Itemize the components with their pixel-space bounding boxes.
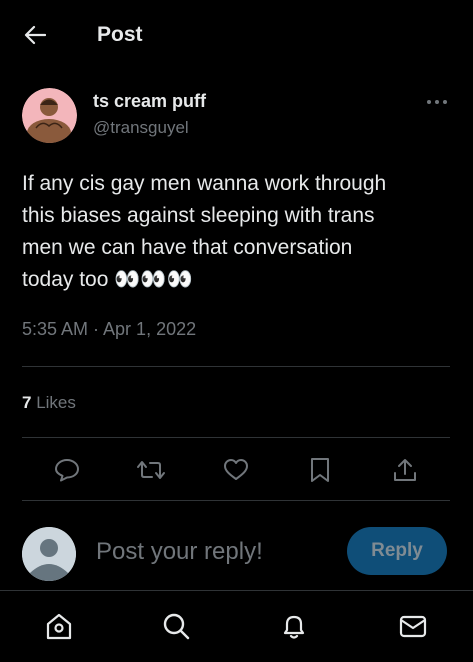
nav-notifications[interactable] [277, 609, 311, 643]
bookmark-action-button[interactable] [305, 456, 335, 484]
messages-icon [399, 615, 427, 638]
nav-home[interactable] [42, 609, 76, 643]
notifications-icon [283, 615, 305, 639]
post-text: If any cis gay men wanna work through th… [22, 168, 447, 296]
divider [22, 500, 450, 501]
post-text-line: men we can have that conversation [22, 236, 353, 259]
home-icon [46, 613, 72, 640]
likes-stat[interactable]: 7 Likes [22, 393, 76, 413]
user-avatar[interactable] [22, 527, 76, 581]
top-bar: Post [0, 0, 473, 70]
page-title: Post [97, 23, 143, 46]
like-action-button[interactable] [221, 456, 251, 484]
share-action-button[interactable] [390, 456, 420, 484]
post-text-line: If any cis gay men wanna work through [22, 172, 387, 195]
divider [22, 437, 450, 438]
author-handle[interactable]: @transguyel [93, 118, 189, 138]
comment-icon [55, 459, 79, 482]
back-button[interactable] [22, 22, 48, 48]
repost-action-button[interactable] [136, 456, 166, 484]
reply-button[interactable]: Reply [347, 527, 447, 575]
author-display-name[interactable]: ts cream puff [93, 91, 206, 112]
reply-composer: Reply [0, 520, 473, 586]
post-author: ts cream puff @transguyel [22, 88, 452, 144]
search-icon [163, 613, 190, 640]
post-text-line: today too 👀👀👀 [22, 264, 447, 296]
like-icon [224, 459, 248, 480]
nav-messages[interactable] [396, 609, 430, 643]
back-arrow-icon [24, 25, 46, 45]
post-text-line-text: today too [22, 268, 115, 291]
bottom-navigation [0, 590, 473, 662]
more-options-button[interactable] [422, 92, 452, 112]
nav-search[interactable] [159, 609, 193, 643]
post-actions [22, 440, 450, 500]
divider [22, 366, 450, 367]
reply-input[interactable] [96, 536, 336, 568]
post-text-line: this biases against sleeping with trans [22, 204, 375, 227]
share-icon [394, 459, 416, 481]
more-icon [427, 100, 447, 104]
likes-label: Likes [31, 393, 76, 412]
bookmark-icon [311, 458, 329, 482]
reply-action-button[interactable] [52, 456, 82, 484]
author-avatar[interactable] [22, 88, 77, 143]
eyes-emoji: 👀👀👀 [114, 268, 193, 291]
post-timestamp[interactable]: 5:35 AM · Apr 1, 2022 [22, 319, 196, 340]
repost-icon [137, 461, 165, 479]
